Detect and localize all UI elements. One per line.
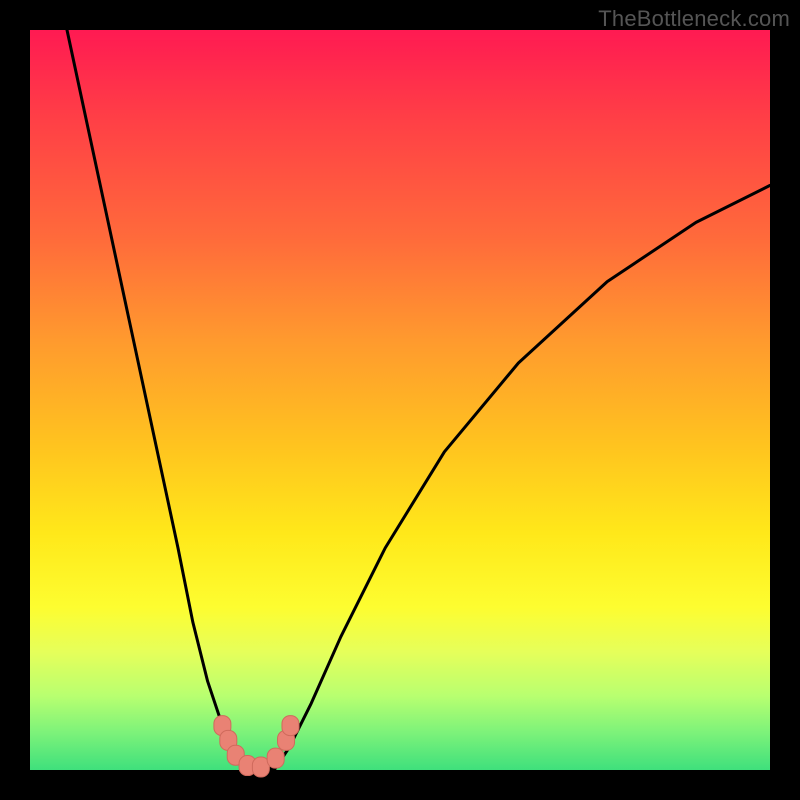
plot-area [30,30,770,770]
marker-bead-7 [282,716,299,736]
bottleneck-curve [67,30,770,770]
marker-bead-5 [267,748,284,768]
chart-frame: TheBottleneck.com [0,0,800,800]
watermark-text: TheBottleneck.com [598,6,790,32]
curve-layer [30,30,770,770]
curve-path [67,30,770,770]
marker-cluster [214,716,299,777]
